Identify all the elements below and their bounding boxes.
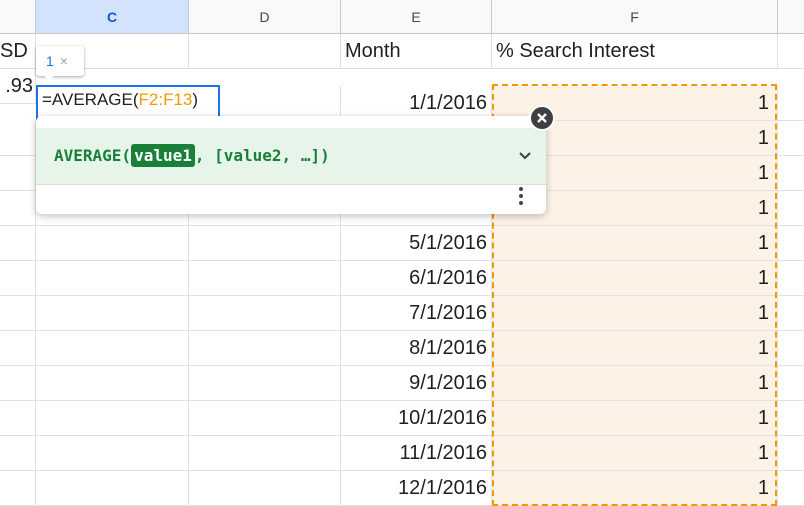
cell-e7[interactable]: 6/1/2016 <box>341 261 492 296</box>
cell-c6[interactable] <box>36 226 189 261</box>
cell-b2[interactable]: .93 <box>0 69 36 104</box>
cell-c11[interactable] <box>36 401 189 436</box>
cell-c9[interactable] <box>36 331 189 366</box>
formula-prefix: =AVERAGE( <box>42 90 139 109</box>
spreadsheet-grid: C D E F SD Month % Search Interest .93 1… <box>0 0 804 506</box>
cell-g9[interactable] <box>778 331 804 366</box>
cell-d8[interactable] <box>189 296 341 331</box>
formula-suffix: ) <box>192 90 199 109</box>
close-tooltip-icon[interactable] <box>529 105 555 131</box>
cell-f6[interactable]: 1 <box>492 226 778 261</box>
cell-g10[interactable] <box>778 366 804 401</box>
cell-e1[interactable]: Month <box>341 34 492 69</box>
cell-c8[interactable] <box>36 296 189 331</box>
current-argument: value1 <box>131 144 195 167</box>
cell-d7[interactable] <box>189 261 341 296</box>
cell-b1[interactable]: SD <box>0 34 36 69</box>
cell-f1[interactable]: % Search Interest <box>492 34 778 69</box>
cell-e13[interactable]: 12/1/2016 <box>341 471 492 506</box>
column-header-b[interactable] <box>0 0 36 34</box>
cell-f13[interactable]: 1 <box>492 471 778 506</box>
column-header-d[interactable]: D <box>189 0 341 34</box>
cell-b6[interactable] <box>0 226 36 261</box>
cell-d13[interactable] <box>189 471 341 506</box>
tooltip-divider <box>36 184 546 185</box>
cell-e12[interactable]: 11/1/2016 <box>341 436 492 471</box>
cell-b8[interactable] <box>0 296 36 331</box>
cell-g2[interactable] <box>778 86 804 121</box>
cell-c13[interactable] <box>36 471 189 506</box>
cell-b13[interactable] <box>0 471 36 506</box>
chip-pointer <box>43 74 55 82</box>
function-help-tooltip: AVERAGE(value1, [value2, …]) <box>36 116 546 214</box>
cell-b7[interactable] <box>0 261 36 296</box>
cell-b5[interactable] <box>0 191 36 226</box>
cell-e10[interactable]: 9/1/2016 <box>341 366 492 401</box>
cell-f11[interactable]: 1 <box>492 401 778 436</box>
cell-g13[interactable] <box>778 471 804 506</box>
cell-b4[interactable] <box>0 156 36 191</box>
cell-g7[interactable] <box>778 261 804 296</box>
cell-g1[interactable] <box>778 34 804 69</box>
cell-g4[interactable] <box>778 156 804 191</box>
function-signature[interactable]: AVERAGE(value1, [value2, …]) <box>36 128 546 184</box>
chevron-down-icon[interactable] <box>518 128 532 184</box>
formula-range-ref: F2:F13 <box>138 90 193 109</box>
cell-g8[interactable] <box>778 296 804 331</box>
cell-f7[interactable]: 1 <box>492 261 778 296</box>
cell-g5[interactable] <box>778 191 804 226</box>
function-args-rest: , [value2, …]) <box>194 146 330 165</box>
close-icon[interactable]: × <box>60 53 68 69</box>
cell-f8[interactable]: 1 <box>492 296 778 331</box>
cell-e8[interactable]: 7/1/2016 <box>341 296 492 331</box>
function-name: AVERAGE( <box>54 146 132 165</box>
range-chip-number: 1 <box>46 53 54 69</box>
cell-d9[interactable] <box>189 331 341 366</box>
cell-e6[interactable]: 5/1/2016 <box>341 226 492 261</box>
cell-g12[interactable] <box>778 436 804 471</box>
cell-b11[interactable] <box>0 401 36 436</box>
column-header-f[interactable]: F <box>492 0 778 34</box>
column-header-e[interactable]: E <box>341 0 492 34</box>
cell-b10[interactable] <box>0 366 36 401</box>
cell-b3[interactable] <box>0 121 36 156</box>
cell-c10[interactable] <box>36 366 189 401</box>
cell-g3[interactable] <box>778 121 804 156</box>
cell-d10[interactable] <box>189 366 341 401</box>
cell-d1[interactable] <box>189 34 341 69</box>
cell-g6[interactable] <box>778 226 804 261</box>
cell-e11[interactable]: 10/1/2016 <box>341 401 492 436</box>
more-vert-icon[interactable] <box>514 186 528 210</box>
column-header-g[interactable] <box>778 0 804 34</box>
cell-c12[interactable] <box>36 436 189 471</box>
cell-d12[interactable] <box>189 436 341 471</box>
cell-e9[interactable]: 8/1/2016 <box>341 331 492 366</box>
cell-c7[interactable] <box>36 261 189 296</box>
range-reference-chip[interactable]: 1 × <box>36 46 84 76</box>
cell-f9[interactable]: 1 <box>492 331 778 366</box>
cell-b9[interactable] <box>0 331 36 366</box>
cell-d11[interactable] <box>189 401 341 436</box>
cell-f10[interactable]: 1 <box>492 366 778 401</box>
cell-f12[interactable]: 1 <box>492 436 778 471</box>
column-header-c[interactable]: C <box>36 0 189 34</box>
cell-d6[interactable] <box>189 226 341 261</box>
cell-g11[interactable] <box>778 401 804 436</box>
cell-b12[interactable] <box>0 436 36 471</box>
